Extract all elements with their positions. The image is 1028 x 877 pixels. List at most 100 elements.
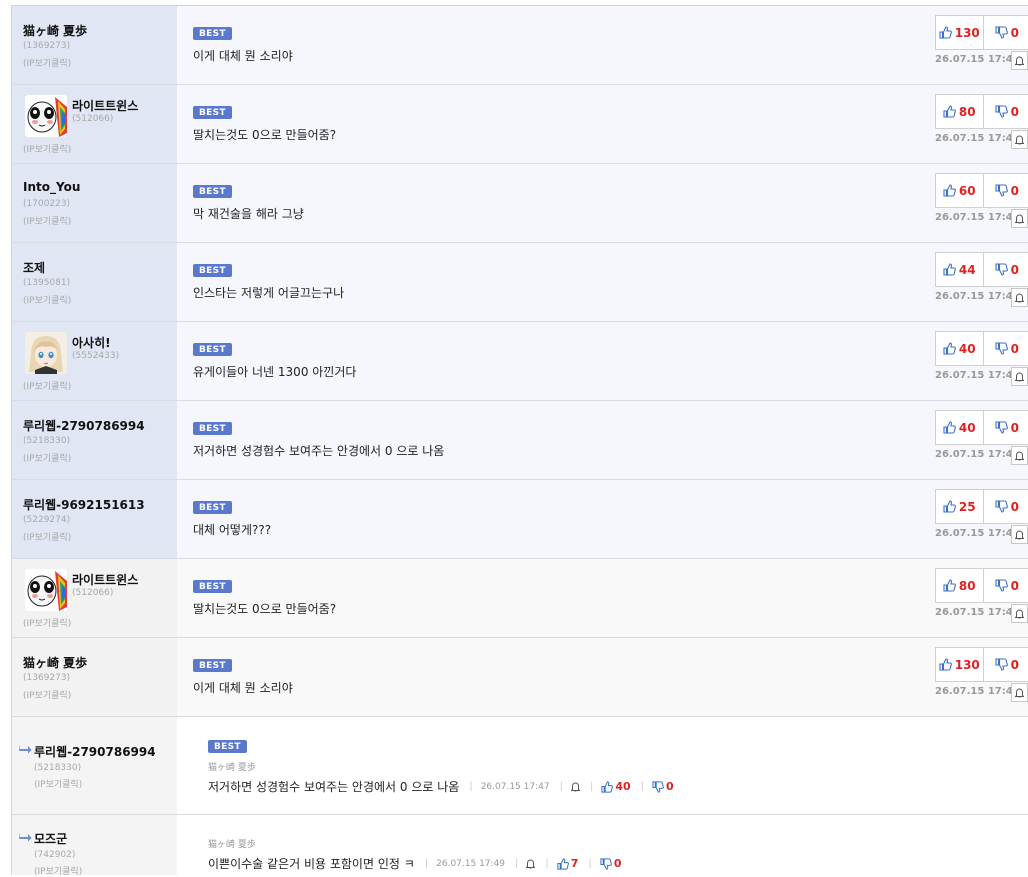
bell-icon bbox=[1015, 293, 1024, 302]
author-name[interactable]: 猫ヶ崎 夏歩 bbox=[23, 654, 87, 671]
report-button[interactable] bbox=[1011, 51, 1028, 70]
author-name[interactable]: 라이트트윈스 bbox=[72, 571, 138, 588]
comment-text: 딸치는것도 0으로 만들어줌? bbox=[193, 128, 337, 142]
ip-view-link[interactable]: (IP보기클릭) bbox=[23, 688, 71, 701]
report-button[interactable] bbox=[1011, 130, 1028, 149]
upvote-button[interactable]: 40 bbox=[936, 332, 984, 365]
upvote-count: 80 bbox=[958, 578, 976, 593]
thumbs-down-icon bbox=[995, 26, 1008, 39]
downvote-button[interactable]: 0 bbox=[984, 569, 1028, 602]
comment-date: 26.07.15 17:45 bbox=[935, 54, 1020, 65]
vote-box: 130 0 bbox=[935, 647, 1028, 682]
author-name[interactable]: 猫ヶ崎 夏歩 bbox=[23, 22, 87, 39]
report-button[interactable] bbox=[1011, 209, 1028, 228]
report-button[interactable] bbox=[1011, 446, 1028, 465]
bell-icon[interactable] bbox=[526, 859, 536, 869]
comment-content: BEST 이게 대체 뭔 소리야 130 0 26.07.15 17:45 bbox=[177, 638, 1028, 716]
downvote-count: 0 bbox=[666, 780, 674, 793]
upvote-count: 80 bbox=[958, 104, 976, 119]
downvote-count: 0 bbox=[1010, 578, 1019, 593]
ip-view-link[interactable]: (IP보기클릭) bbox=[34, 864, 82, 877]
comment-date: 26.07.15 17:46 bbox=[935, 291, 1020, 302]
report-button[interactable] bbox=[1011, 604, 1028, 623]
thumbs-up-icon bbox=[943, 263, 956, 276]
comment-content: BEST 유게이들아 너넨 1300 아낀거다 40 0 26.07.15 17… bbox=[177, 322, 1028, 400]
author-id: (1700223) bbox=[23, 199, 71, 209]
ip-view-link[interactable]: (IP보기클릭) bbox=[23, 293, 71, 306]
thumbs-down-icon bbox=[995, 263, 1008, 276]
upvote-count: 60 bbox=[958, 183, 976, 198]
upvote-button[interactable]: 7 bbox=[557, 857, 578, 870]
downvote-button[interactable]: 0 bbox=[984, 648, 1028, 681]
best-comment-row: 아사히! (5552433) (IP보기클릭) BEST 유게이들아 너넨 13… bbox=[11, 322, 1028, 401]
ip-view-link[interactable]: (IP보기클릭) bbox=[23, 56, 71, 69]
thumbs-up-icon bbox=[939, 26, 952, 39]
reply-arrow-icon bbox=[19, 832, 32, 842]
separator: | bbox=[515, 858, 519, 869]
upvote-button[interactable]: 25 bbox=[936, 490, 984, 523]
comment-text: 이게 대체 뭔 소리야 bbox=[193, 49, 293, 63]
upvote-button[interactable]: 40 bbox=[936, 411, 984, 444]
ip-view-link[interactable]: (IP보기클릭) bbox=[23, 379, 71, 392]
report-button[interactable] bbox=[1011, 525, 1028, 544]
author-name[interactable]: Into_You bbox=[23, 180, 80, 194]
upvote-count: 130 bbox=[954, 657, 980, 672]
author-id: (1395081) bbox=[23, 278, 71, 288]
downvote-button[interactable]: 0 bbox=[984, 95, 1028, 128]
report-button[interactable] bbox=[1011, 367, 1028, 386]
comment-content: BEST 이게 대체 뭔 소리야 130 0 26.07.15 17:45 bbox=[177, 6, 1028, 84]
best-comment-row: 루리웹-2790786994 (5218330) (IP보기클릭) BEST 저… bbox=[11, 401, 1028, 480]
best-badge: BEST bbox=[193, 185, 232, 198]
upvote-button[interactable]: 60 bbox=[936, 174, 984, 207]
downvote-button[interactable]: 0 bbox=[984, 332, 1028, 365]
upvote-button[interactable]: 80 bbox=[936, 95, 984, 128]
author-name[interactable]: 루리웹-2790786994 bbox=[34, 743, 156, 760]
separator: | bbox=[559, 781, 563, 792]
comment-author: 아사히! (5552433) (IP보기클릭) bbox=[11, 322, 177, 400]
upvote-button[interactable]: 40 bbox=[601, 780, 631, 793]
author-name[interactable]: 라이트트윈스 bbox=[72, 97, 138, 114]
report-button[interactable] bbox=[1011, 683, 1028, 702]
thumbs-down-icon bbox=[995, 658, 1008, 671]
ip-view-link[interactable]: (IP보기클릭) bbox=[23, 214, 71, 227]
downvote-button[interactable]: 0 bbox=[652, 780, 674, 793]
upvote-button[interactable]: 130 bbox=[936, 648, 984, 681]
anime-girl-avatar[interactable] bbox=[25, 332, 67, 374]
downvote-button[interactable]: 0 bbox=[984, 253, 1028, 286]
author-name[interactable]: 조제 bbox=[23, 259, 45, 276]
ip-view-link[interactable]: (IP보기클릭) bbox=[23, 530, 71, 543]
reply-author: 루리웹-2790786994 (5218330) (IP보기클릭) bbox=[11, 717, 177, 814]
downvote-button[interactable]: 0 bbox=[984, 174, 1028, 207]
comment-author: 라이트트윈스 (512066) (IP보기클릭) bbox=[11, 85, 177, 163]
ip-view-link[interactable]: (IP보기클릭) bbox=[23, 451, 71, 464]
thumbs-up-icon bbox=[943, 421, 956, 434]
ip-view-link[interactable]: (IP보기클릭) bbox=[23, 142, 71, 155]
upvote-count: 25 bbox=[958, 499, 976, 514]
thumbs-down-icon bbox=[995, 579, 1008, 592]
ip-view-link[interactable]: (IP보기클릭) bbox=[23, 616, 71, 629]
comment-date: 26.07.15 17:47 bbox=[480, 781, 550, 792]
upvote-button[interactable]: 130 bbox=[936, 16, 984, 49]
author-id: (742902) bbox=[34, 850, 76, 860]
comment-text: 딸치는것도 0으로 만들어줌? bbox=[193, 602, 337, 616]
author-name[interactable]: 아사히! bbox=[72, 334, 111, 351]
downvote-button[interactable]: 0 bbox=[984, 490, 1028, 523]
bell-icon bbox=[1015, 214, 1024, 223]
author-name[interactable]: 모즈군 bbox=[34, 830, 67, 847]
panda-avatar[interactable] bbox=[25, 569, 67, 611]
bell-icon bbox=[1015, 688, 1024, 697]
best-badge: BEST bbox=[193, 343, 232, 356]
author-name[interactable]: 루리웹-9692151613 bbox=[23, 496, 145, 513]
author-name[interactable]: 루리웹-2790786994 bbox=[23, 417, 145, 434]
upvote-button[interactable]: 44 bbox=[936, 253, 984, 286]
panda-avatar[interactable] bbox=[25, 95, 67, 137]
ip-view-link[interactable]: (IP보기클릭) bbox=[34, 777, 82, 790]
downvote-button[interactable]: 0 bbox=[600, 857, 621, 870]
downvote-button[interactable]: 0 bbox=[984, 411, 1028, 444]
bell-icon bbox=[1015, 609, 1024, 618]
downvote-button[interactable]: 0 bbox=[984, 16, 1028, 49]
upvote-button[interactable]: 80 bbox=[936, 569, 984, 602]
report-button[interactable] bbox=[1011, 288, 1028, 307]
best-badge: BEST bbox=[193, 501, 232, 514]
bell-icon[interactable] bbox=[570, 782, 580, 792]
